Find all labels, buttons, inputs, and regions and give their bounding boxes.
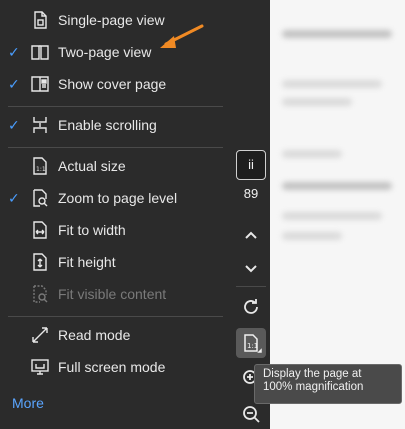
scroll-icon (30, 115, 50, 135)
rotate-button[interactable] (239, 295, 263, 319)
total-pages: 89 (243, 186, 259, 201)
menu-item-label: Zoom to page level (58, 190, 178, 206)
svg-text:1:1: 1:1 (36, 166, 46, 173)
menu-item-show-cover-page[interactable]: ✓ Show cover page (0, 69, 232, 99)
two-page-icon (30, 42, 50, 62)
menu-item-fit-height[interactable]: Fit height (0, 247, 232, 277)
menu-item-label: Fit to width (58, 222, 126, 238)
menu-item-label: Fit height (58, 254, 116, 270)
actual-size-icon: 1:1 (244, 334, 262, 353)
check-mark-icon: ✓ (8, 190, 20, 206)
menu-item-label: Actual size (58, 158, 126, 174)
next-page-button[interactable] (239, 256, 263, 280)
zoom-out-icon (243, 406, 260, 423)
previous-page-button[interactable] (239, 224, 263, 248)
cover-page-icon (30, 74, 50, 94)
menu-item-enable-scrolling[interactable]: ✓ Enable scrolling (0, 110, 232, 140)
svg-text:1:1: 1:1 (247, 342, 258, 350)
single-page-icon (30, 10, 50, 30)
menu-item-zoom-to-page-level[interactable]: ✓ Zoom to page level (0, 183, 232, 213)
menu-item-actual-size[interactable]: 1:1 Actual size (0, 151, 232, 181)
zoom-out-button[interactable] (239, 402, 263, 426)
actual-size-button[interactable]: 1:1 (239, 331, 263, 355)
check-mark-icon: ✓ (8, 117, 20, 133)
current-page-input[interactable]: ii (236, 150, 266, 180)
view-options-menu: Single-page view ✓ Two-page view ✓ Show … (0, 0, 232, 429)
menu-item-full-screen-mode[interactable]: Full screen mode (0, 352, 232, 382)
annotation-arrow-icon (160, 24, 204, 48)
rail-separator (236, 286, 266, 287)
zoom-page-icon (30, 188, 50, 208)
rotate-icon (244, 299, 258, 314)
menu-item-label: Fit visible content (58, 286, 167, 302)
full-screen-icon (30, 357, 50, 377)
menu-separator (8, 106, 223, 107)
menu-item-fit-visible-content: Fit visible content (0, 279, 232, 309)
menu-item-label: Full screen mode (58, 359, 166, 375)
menu-separator (8, 147, 223, 148)
chevron-down-icon (245, 265, 257, 273)
menu-item-label: Single-page view (58, 12, 165, 28)
check-mark-icon: ✓ (8, 44, 20, 60)
menu-item-label: Enable scrolling (58, 117, 157, 133)
fit-height-icon (30, 252, 50, 272)
menu-item-read-mode[interactable]: Read mode (0, 320, 232, 350)
menu-item-label: Two-page view (58, 44, 152, 60)
fit-width-icon (30, 220, 50, 240)
fit-visible-icon (30, 284, 50, 304)
more-link[interactable]: More (12, 395, 44, 411)
chevron-up-icon (245, 231, 257, 239)
check-mark-icon: ✓ (8, 76, 20, 92)
read-mode-icon (30, 325, 50, 345)
menu-item-fit-to-width[interactable]: Fit to width (0, 215, 232, 245)
menu-item-label: Read mode (58, 327, 131, 343)
actual-size-icon: 1:1 (30, 156, 50, 176)
tooltip: Display the page at 100% magnification (254, 364, 402, 404)
menu-separator (8, 316, 223, 317)
menu-item-label: Show cover page (58, 76, 167, 92)
